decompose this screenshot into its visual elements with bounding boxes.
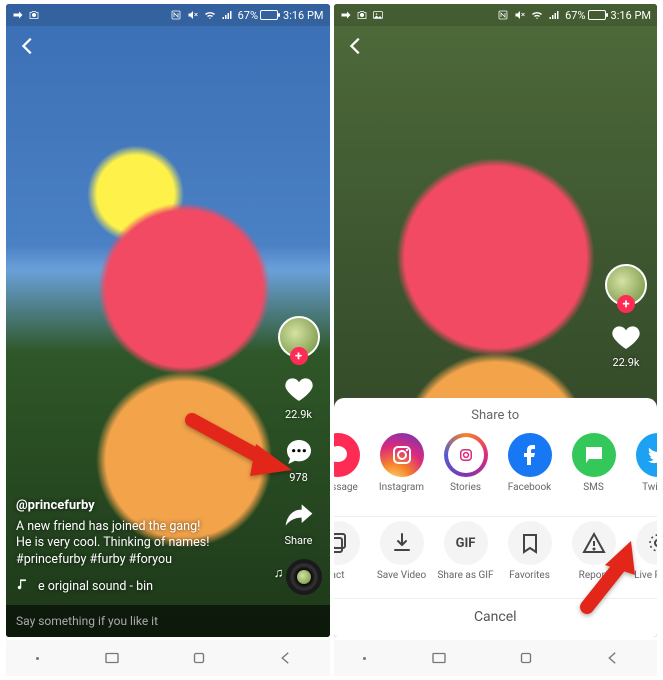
mute-icon [187, 9, 199, 21]
nav-dot [363, 657, 366, 660]
heart-icon [609, 320, 643, 354]
battery-percent: 67% [238, 9, 258, 22]
author-avatar[interactable]: + [605, 264, 647, 306]
share-label: Share as GIF [437, 570, 493, 592]
android-nav-bars [6, 640, 657, 676]
callout-arrow-share [184, 412, 294, 486]
sound-disc[interactable] [286, 559, 322, 595]
back-button[interactable] [14, 32, 42, 60]
back-button[interactable] [342, 32, 370, 60]
nav-bar-left [6, 640, 330, 676]
like-count: 22.9k [612, 356, 639, 369]
share-app-instagram[interactable]: Instagram [370, 433, 434, 504]
video-caption: @princefurby A new friend has joined the… [16, 497, 270, 597]
nav-dot [36, 657, 39, 660]
music-notes-icon: ♫ [274, 565, 284, 581]
phone-left: 67% 3:16 PM + 22.9k 978 [6, 4, 330, 637]
mute-icon [514, 9, 526, 21]
share-label: Save Video [377, 570, 426, 592]
camera-status-icon [356, 9, 368, 21]
download-icon [390, 531, 414, 555]
nav-back[interactable] [272, 644, 300, 672]
like-button[interactable]: 22.9k [609, 320, 643, 369]
share-app-twitter[interactable]: Twitter [626, 433, 658, 504]
share-label: Share [284, 534, 312, 547]
battery-indicator: 67% [238, 9, 278, 22]
sound-row[interactable]: e original sound - bin [16, 577, 270, 597]
status-bar: 67% 3:16 PM [6, 4, 330, 26]
heart-icon [282, 372, 316, 406]
clock: 3:16 PM [283, 9, 323, 22]
nav-home[interactable] [512, 644, 540, 672]
copy-icon [334, 531, 350, 555]
share-row-apps: Message Instagram Stories Facebook [334, 429, 658, 517]
nfc-icon [170, 9, 182, 21]
share-label: Facebook [508, 482, 551, 504]
share-label: act [334, 570, 345, 592]
caption-hashtags[interactable]: #princefurby #furby #foryou [16, 552, 172, 567]
gif-icon: GIF [456, 536, 476, 551]
share-app-facebook[interactable]: Facebook [498, 433, 562, 504]
share-label: Message [334, 482, 358, 504]
caption-line: A new friend has joined the gang! [16, 519, 200, 534]
nav-recents[interactable] [425, 644, 453, 672]
share-action-gif[interactable]: GIF Share as GIF [434, 521, 498, 592]
status-bar: 67% 3:16 PM [334, 4, 658, 26]
share-icon [282, 498, 316, 532]
bookmark-icon [518, 531, 542, 555]
image-status-icon [372, 9, 384, 21]
sms-icon [582, 443, 606, 467]
share-button[interactable]: Share [282, 498, 316, 547]
share-status-icon [340, 9, 352, 21]
wifi-icon [531, 9, 543, 21]
share-sheet-title: Share to [334, 398, 658, 429]
live-photo-icon [646, 531, 658, 555]
signal-icon [548, 9, 560, 21]
share-status-icon [12, 9, 24, 21]
share-label: Twitter [642, 482, 657, 504]
share-label: SMS [583, 482, 604, 504]
chat-icon [334, 443, 350, 467]
share-action-save-video[interactable]: Save Video [370, 521, 434, 592]
phone-right: 67% 3:16 PM + 22.9k Share to [334, 4, 658, 637]
battery-percent: 67% [565, 9, 585, 22]
instagram-icon [390, 443, 414, 467]
author-username[interactable]: @princefurby [16, 497, 270, 515]
share-label: Favorites [509, 570, 550, 592]
wifi-icon [204, 9, 216, 21]
share-action-favorites[interactable]: Favorites [498, 521, 562, 592]
share-app-stories[interactable]: Stories [434, 433, 498, 504]
nav-back[interactable] [599, 644, 627, 672]
facebook-icon [518, 443, 542, 467]
share-app-message[interactable]: Message [334, 433, 370, 504]
camera-status-icon [28, 9, 40, 21]
share-action-act[interactable]: act [334, 521, 370, 592]
follow-plus-icon[interactable]: + [617, 295, 635, 313]
share-label: Instagram [379, 482, 424, 504]
nav-home[interactable] [185, 644, 213, 672]
comment-input[interactable]: Say something if you like it [6, 605, 330, 637]
action-rail: + 22.9k [601, 264, 651, 369]
share-label: Stories [450, 482, 481, 504]
clock: 3:16 PM [611, 9, 651, 22]
comment-placeholder: Say something if you like it [16, 614, 158, 628]
twitter-icon [646, 443, 658, 467]
nav-recents[interactable] [98, 644, 126, 672]
battery-indicator: 67% [565, 9, 605, 22]
author-avatar[interactable]: + [278, 316, 320, 358]
signal-icon [221, 9, 233, 21]
callout-arrow-livephoto [567, 535, 647, 619]
nfc-icon [497, 9, 509, 21]
share-app-sms[interactable]: SMS [562, 433, 626, 504]
follow-plus-icon[interactable]: + [290, 347, 308, 365]
music-note-icon [16, 577, 30, 597]
nav-bar-right [334, 640, 658, 676]
stories-icon [457, 446, 475, 464]
caption-line: He is very cool. Thinking of names! [16, 535, 209, 550]
sound-title: e original sound - bin [38, 579, 153, 596]
